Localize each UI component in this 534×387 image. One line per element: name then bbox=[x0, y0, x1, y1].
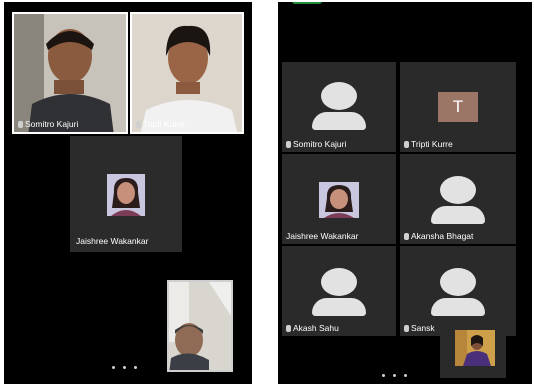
status-bar-remnant bbox=[292, 2, 322, 4]
person-silhouette-icon bbox=[431, 268, 485, 316]
initial-avatar: T bbox=[438, 92, 478, 122]
participant-name-sansk: Sansk bbox=[404, 323, 435, 333]
page-dot bbox=[134, 366, 137, 369]
tile-jaishree[interactable]: Jaishree Wakankar bbox=[282, 154, 396, 244]
profile-photo-jaishree bbox=[319, 182, 359, 218]
mic-icon bbox=[286, 140, 291, 148]
person-silhouette-icon bbox=[431, 176, 485, 224]
tile-tripti[interactable]: T Tripti Kurre bbox=[400, 62, 516, 152]
video-tile-somitro[interactable]: Somitro Kajuri bbox=[12, 12, 128, 134]
participant-name-jaishree: Jaishree Wakankar bbox=[76, 236, 149, 246]
participant-name-somitro: Somitro Kajuri bbox=[286, 139, 346, 149]
page-indicator[interactable] bbox=[382, 374, 407, 377]
video-tile-tripti[interactable]: Tripti Kurre bbox=[130, 12, 244, 134]
participant-video-self bbox=[455, 330, 495, 366]
participant-video-somitro bbox=[14, 14, 126, 132]
self-view-video[interactable] bbox=[440, 322, 506, 378]
left-meeting-screen: Somitro Kajuri Tripti Kurre Jaishree Wak… bbox=[4, 2, 252, 384]
tile-akash[interactable]: Akash Sahu bbox=[282, 246, 396, 336]
page-dot bbox=[382, 374, 385, 377]
mic-icon bbox=[404, 232, 409, 240]
tile-akansha[interactable]: Akansha Bhagat bbox=[400, 154, 516, 244]
person-silhouette-icon bbox=[312, 268, 366, 316]
tile-somitro[interactable]: Somitro Kajuri bbox=[282, 62, 396, 152]
mic-icon bbox=[136, 120, 141, 128]
participant-name-akansha: Akansha Bhagat bbox=[404, 231, 473, 241]
participant-name-jaishree: Jaishree Wakankar bbox=[286, 231, 359, 241]
page-indicator[interactable] bbox=[112, 366, 137, 369]
profile-photo-jaishree bbox=[107, 174, 145, 216]
page-dot bbox=[404, 374, 407, 377]
person-silhouette-icon bbox=[312, 82, 366, 130]
participant-name-akash: Akash Sahu bbox=[286, 323, 339, 333]
participant-video-tripti bbox=[132, 14, 242, 132]
tile-jaishree[interactable]: Jaishree Wakankar bbox=[70, 136, 182, 252]
participant-name-somitro: Somitro Kajuri bbox=[18, 119, 78, 129]
mic-icon bbox=[18, 120, 23, 128]
page-dot bbox=[112, 366, 115, 369]
page-dot bbox=[393, 374, 396, 377]
right-meeting-screen: Somitro Kajuri T Tripti Kurre Jaishree W… bbox=[278, 2, 532, 384]
self-view-video[interactable] bbox=[167, 280, 233, 372]
page-dot bbox=[123, 366, 126, 369]
participant-video-self bbox=[169, 282, 231, 370]
mic-icon bbox=[404, 324, 409, 332]
mic-icon bbox=[404, 140, 409, 148]
participant-name-tripti: Tripti Kurre bbox=[136, 119, 185, 129]
mic-icon bbox=[286, 324, 291, 332]
participant-name-tripti: Tripti Kurre bbox=[404, 139, 453, 149]
